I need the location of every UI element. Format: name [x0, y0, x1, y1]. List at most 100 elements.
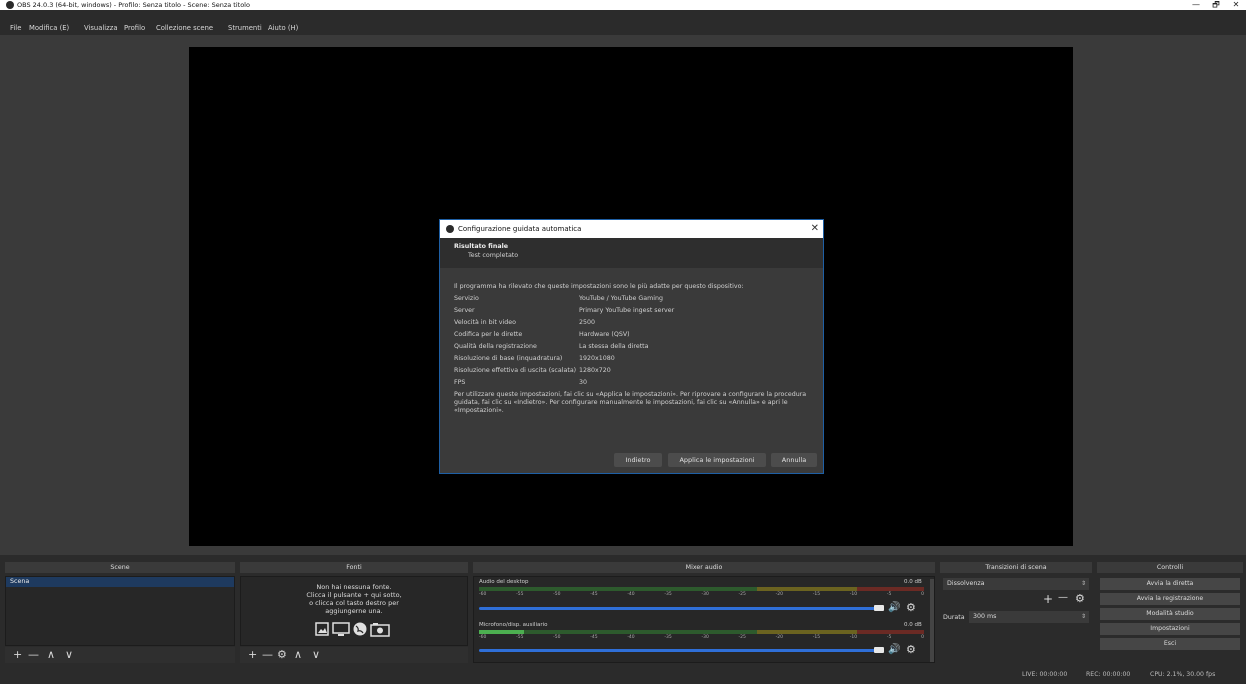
minimize-button[interactable]: —	[1186, 0, 1206, 10]
studio-mode-button[interactable]: Modalità studio	[1100, 608, 1240, 620]
add-source-button[interactable]: +	[248, 648, 257, 662]
menu-tools[interactable]: Strumenti	[228, 22, 262, 35]
move-scene-up-button[interactable]: ∧	[47, 648, 55, 662]
apply-settings-button[interactable]: Applica le impostazioni	[668, 453, 766, 467]
source-settings-button[interactable]: ⚙	[277, 648, 287, 662]
tick-label: -50	[553, 635, 561, 640]
menu-view[interactable]: Visualizza	[84, 22, 117, 35]
dialog-titlebar: Configurazione guidata automatica ✕	[440, 220, 823, 238]
row-value: 30	[579, 379, 588, 386]
sources-dock-title: Fonti	[346, 564, 362, 571]
menu-scene-collection[interactable]: Collezione scene	[156, 22, 213, 35]
duration-input[interactable]: 300 ms ⇕	[969, 611, 1089, 623]
tick-label: -25	[738, 635, 746, 640]
row-label: Servizio	[454, 295, 479, 302]
menu-profile[interactable]: Profilo	[124, 22, 145, 35]
tick-label: -35	[664, 592, 672, 597]
track-db: 0.0 dB	[904, 622, 922, 628]
track-name: Microfono/disp. ausiliario	[479, 622, 548, 628]
meter-green-zone	[479, 587, 757, 591]
speaker-icon[interactable]: 🔊	[888, 602, 900, 613]
meter-red-zone	[857, 587, 924, 591]
tick-label: -45	[590, 592, 598, 597]
duration-label: Durata	[943, 614, 965, 621]
row-label: FPS	[454, 379, 466, 386]
sources-empty-line: Non hai nessuna fonte.	[316, 583, 392, 591]
speaker-icon[interactable]: 🔊	[888, 644, 900, 655]
row-label: Codifica per le dirette	[454, 331, 523, 338]
titlebar-gap	[0, 10, 1246, 22]
row-value: La stessa della diretta	[579, 343, 649, 350]
row-value: 1920x1080	[579, 355, 615, 362]
scenes-toolbar: + — ∧ ∨	[5, 647, 235, 663]
volume-slider[interactable]	[479, 649, 879, 652]
settings-button[interactable]: Impostazioni	[1100, 623, 1240, 635]
start-recording-button[interactable]: Avvia la registrazione	[1100, 593, 1240, 605]
spinner-icon: ⇕	[1080, 613, 1086, 620]
display-icon	[332, 622, 350, 636]
window-titlebar: OBS 24.0.3 (64-bit, windows) - Profilo: …	[0, 0, 1246, 10]
tick-label: 0	[921, 592, 924, 597]
dialog-heading: Risultato finale	[454, 243, 509, 250]
volume-slider[interactable]	[479, 607, 879, 610]
close-button[interactable]: ✕	[1226, 0, 1246, 10]
add-scene-button[interactable]: +	[13, 648, 22, 662]
transition-select[interactable]: Dissolvenza ⇕	[943, 578, 1089, 590]
dialog-note-line-1: Per utilizzare queste impostazioni, fai …	[454, 391, 807, 398]
tick-label: -50	[553, 592, 561, 597]
scenes-dock-header: Scene	[5, 562, 235, 573]
tick-label: -30	[701, 592, 709, 597]
tick-label: -5	[886, 592, 892, 597]
move-scene-down-button[interactable]: ∨	[65, 648, 73, 662]
tick-label: -25	[738, 592, 746, 597]
back-button[interactable]: Indietro	[614, 453, 662, 467]
scenes-dock-title: Scene	[110, 564, 130, 571]
window-title: OBS 24.0.3 (64-bit, windows) - Profilo: …	[17, 1, 250, 9]
exit-button[interactable]: Esci	[1100, 638, 1240, 650]
scene-item[interactable]: Scena	[6, 577, 234, 587]
menu-help[interactable]: Aiuto (H)	[268, 22, 298, 35]
cpu-fps: CPU: 2.1%, 30.00 fps	[1150, 671, 1216, 678]
gear-icon[interactable]: ⚙	[906, 643, 916, 656]
gear-icon[interactable]: ⚙	[906, 601, 916, 614]
transition-select-value: Dissolvenza	[947, 580, 985, 587]
menu-file[interactable]: File	[10, 22, 21, 35]
add-transition-button[interactable]: +	[1043, 592, 1053, 606]
move-source-up-button[interactable]: ∧	[294, 648, 302, 662]
obs-logo-icon	[6, 1, 14, 9]
live-timer: LIVE: 00:00:00	[1022, 671, 1068, 678]
menu-bar: File Modifica (E) Visualizza Profilo Col…	[0, 22, 1246, 35]
mixer-panel: Audio del desktop 0.0 dB -60 -55 -50 -45…	[473, 576, 935, 663]
tick-label: -60	[479, 635, 487, 640]
move-source-down-button[interactable]: ∨	[312, 648, 320, 662]
row-value: Primary YouTube ingest server	[579, 307, 675, 314]
sources-toolbar: + — ⚙ ∧ ∨	[240, 647, 468, 663]
tick-label: -45	[590, 635, 598, 640]
auto-config-dialog: Configurazione guidata automatica ✕ Risu…	[439, 219, 824, 474]
menu-edit[interactable]: Modifica (E)	[29, 22, 69, 35]
tick-label: -60	[479, 592, 487, 597]
mixer-dock-header: Mixer audio	[473, 562, 935, 573]
volume-slider-handle[interactable]	[874, 647, 884, 653]
dialog-close-button[interactable]: ✕	[811, 220, 819, 238]
tick-label: -35	[664, 635, 672, 640]
mixer-scrollbar[interactable]	[930, 579, 934, 662]
source-type-icons	[315, 622, 390, 637]
transitions-panel: Dissolvenza ⇕ + — ⚙ Durata 300 ms ⇕	[940, 576, 1092, 663]
remove-transition-button[interactable]: —	[1058, 592, 1068, 603]
row-label: Velocità in bit video	[454, 319, 516, 326]
dialog-title: Configurazione guidata automatica	[458, 225, 582, 233]
maximize-button[interactable]: 🗗	[1206, 0, 1226, 10]
scenes-list: Scena	[5, 576, 235, 646]
meter-yellow-zone	[757, 630, 857, 634]
start-streaming-button[interactable]: Avvia la diretta	[1100, 578, 1240, 590]
cancel-button[interactable]: Annulla	[771, 453, 817, 467]
row-label: Risoluzione di base (inquadratura)	[454, 355, 563, 362]
transition-settings-icon[interactable]: ⚙	[1075, 592, 1085, 605]
volume-slider-handle[interactable]	[874, 605, 884, 611]
remove-scene-button[interactable]: —	[28, 648, 39, 662]
updown-icon: ⇕	[1080, 580, 1086, 587]
controls-dock-header: Controlli	[1097, 562, 1243, 573]
meter-yellow-zone	[757, 587, 857, 591]
remove-source-button[interactable]: —	[262, 648, 273, 662]
